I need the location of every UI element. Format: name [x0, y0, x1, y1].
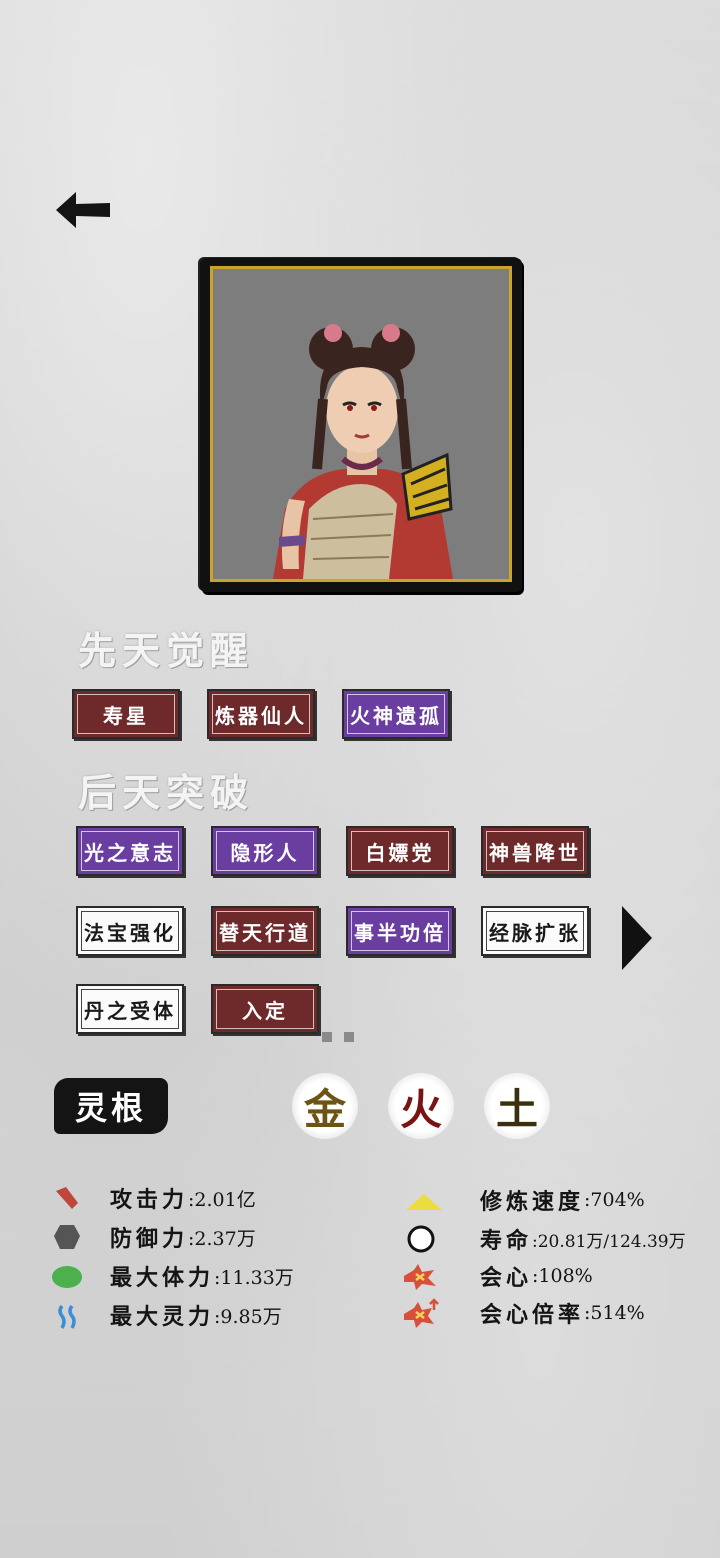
stat-max-health-label: 最大体力 — [110, 1265, 215, 1291]
acquired-breakthrough-title: 后天突破 — [78, 770, 255, 815]
stat-max-spirit: 最大灵力:9.85万 — [110, 1297, 282, 1333]
acquired-tag-9[interactable]: 丹之受体 — [76, 984, 184, 1034]
page-dot-1[interactable] — [322, 1032, 332, 1042]
stat-attack-label: 攻击力 — [110, 1187, 189, 1213]
stat-critical-label: 会心 — [480, 1265, 533, 1291]
spirit-root-label: 灵根 — [54, 1078, 168, 1134]
stat-max-health-value: :11.33万 — [214, 1266, 294, 1289]
acquired-tag-4[interactable]: 神兽降世 — [481, 826, 589, 876]
stat-max-spirit-label: 最大灵力 — [110, 1304, 215, 1330]
stat-lifespan-value: :20.81万/124.39万 — [532, 1231, 686, 1252]
element-earth: 土 — [484, 1073, 550, 1139]
stat-attack: 攻击力:2.01亿 — [110, 1180, 256, 1216]
element-fire: 火 — [388, 1073, 454, 1139]
stat-critical-multiplier: 会心倍率:514% — [480, 1295, 645, 1331]
attack-icon — [52, 1183, 82, 1213]
element-metal: 金 — [292, 1073, 358, 1139]
stat-max-spirit-value: :9.85万 — [214, 1305, 282, 1328]
innate-tag-1[interactable]: 寿星 — [72, 689, 180, 739]
lifespan-icon — [406, 1224, 436, 1254]
character-portrait — [210, 266, 512, 582]
spirit-icon — [54, 1302, 84, 1332]
stat-lifespan: 寿命:20.81万/124.39万 — [480, 1221, 686, 1257]
acquired-tag-10[interactable]: 入定 — [211, 984, 319, 1034]
acquired-tag-2[interactable]: 隐形人 — [211, 826, 319, 876]
acquired-tag-5[interactable]: 法宝强化 — [76, 906, 184, 956]
stat-lifespan-label: 寿命 — [480, 1228, 533, 1254]
stat-attack-value: :2.01亿 — [188, 1188, 256, 1211]
cultivation-speed-icon — [404, 1192, 444, 1222]
stat-max-health: 最大体力:11.33万 — [110, 1258, 294, 1294]
character-portrait-frame — [200, 258, 522, 592]
acquired-tag-3[interactable]: 白嫖党 — [346, 826, 454, 876]
acquired-tag-7[interactable]: 事半功倍 — [346, 906, 454, 956]
stat-defense-label: 防御力 — [110, 1226, 189, 1252]
back-arrow-icon[interactable] — [52, 188, 114, 232]
next-page-arrow-icon[interactable] — [620, 906, 654, 970]
acquired-tag-6[interactable]: 替天行道 — [211, 906, 319, 956]
stat-cultivation-speed-label: 修炼速度 — [480, 1189, 585, 1215]
stat-critical-multiplier-label: 会心倍率 — [480, 1302, 585, 1328]
stat-defense-value: :2.37万 — [188, 1227, 256, 1250]
innate-tag-2[interactable]: 炼器仙人 — [207, 689, 315, 739]
acquired-tag-1[interactable]: 光之意志 — [76, 826, 184, 876]
stat-defense: 防御力:2.37万 — [110, 1219, 256, 1255]
stat-critical-value: :108% — [532, 1265, 593, 1287]
stat-cultivation-speed-value: :704% — [584, 1189, 645, 1211]
stat-critical-multiplier-value: :514% — [584, 1302, 645, 1324]
health-icon — [50, 1262, 82, 1292]
stat-cultivation-speed: 修炼速度:704% — [480, 1182, 645, 1218]
page-dot-2[interactable] — [344, 1032, 354, 1042]
critical-icon — [402, 1262, 438, 1292]
innate-tag-3[interactable]: 火神遗孤 — [342, 689, 450, 739]
defense-icon — [52, 1222, 82, 1252]
innate-awakening-title: 先天觉醒 — [78, 628, 255, 673]
critical-multiplier-icon — [402, 1298, 442, 1328]
stat-critical: 会心:108% — [480, 1258, 593, 1294]
acquired-tag-8[interactable]: 经脉扩张 — [481, 906, 589, 956]
